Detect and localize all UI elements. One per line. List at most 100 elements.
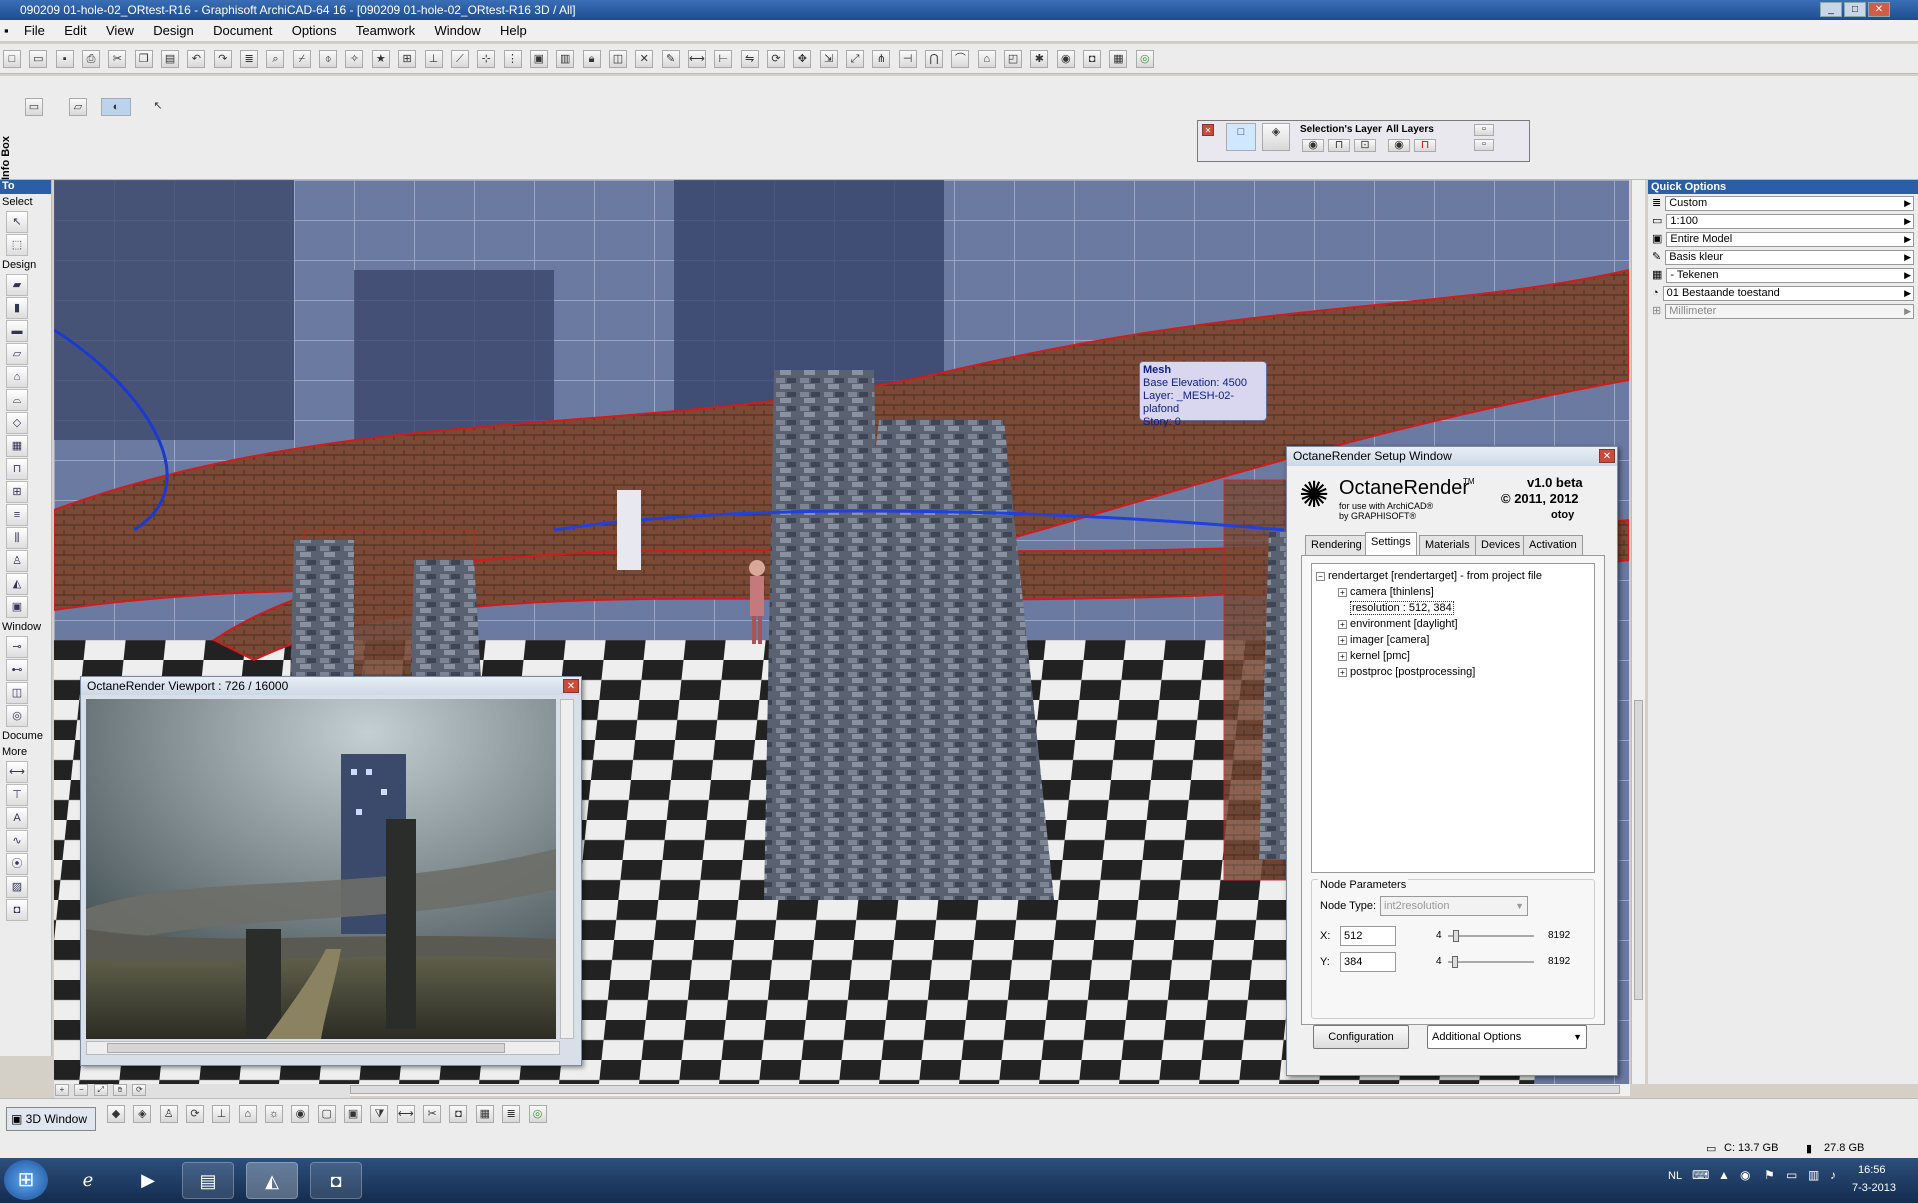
eyedropper-icon[interactable]: ⌿ — [292, 50, 311, 68]
octane-setup-window[interactable]: OctaneRender Setup Window ✕ ✺ OctaneRend… — [1286, 446, 1618, 1076]
shading-icon[interactable]: ▣ — [344, 1105, 363, 1123]
configuration-button[interactable]: Configuration — [1313, 1025, 1409, 1049]
octane-setup-close-icon[interactable]: ✕ — [1599, 449, 1615, 463]
adjust-icon[interactable]: ⊣ — [898, 50, 917, 68]
copy-icon[interactable]: ❐ — [134, 50, 153, 68]
app-menu-icon[interactable]: ▪ — [0, 20, 13, 42]
media-player-icon[interactable]: ▶ — [122, 1162, 174, 1199]
wireframe-icon[interactable]: ▢ — [317, 1105, 336, 1123]
maximize-button[interactable]: □ — [1844, 2, 1866, 17]
menu-file[interactable]: File — [16, 20, 53, 42]
dimension-unit-select[interactable]: Millimeter ▶ — [1665, 303, 1914, 319]
mesh-tool-icon[interactable]: ◭ — [6, 573, 28, 595]
syringe-icon[interactable]: ⌽ — [319, 50, 338, 68]
layer-combination-select[interactable]: Custom ▶ — [1665, 195, 1914, 211]
settings-node-tree[interactable]: − rendertarget [rendertarget] - from proj… — [1311, 563, 1595, 873]
start-button-icon[interactable]: ⊞ — [4, 1160, 48, 1200]
quick-option-row[interactable]: ✎ Basis kleur ▶ — [1648, 248, 1918, 266]
paste-icon[interactable]: ▤ — [161, 50, 180, 68]
structure-display-select[interactable]: Entire Model ▶ — [1666, 231, 1914, 247]
detail-tool-icon[interactable]: ◎ — [6, 705, 28, 727]
tab-materials[interactable]: Materials — [1419, 535, 1476, 555]
render-icon[interactable]: ◉ — [1056, 50, 1075, 68]
menu-design[interactable]: Design — [145, 20, 201, 42]
node-type-select[interactable]: int2resolution ▼ — [1380, 896, 1528, 916]
selection-layer-wire-icon[interactable]: ⊡ — [1354, 139, 1376, 152]
network-icon[interactable]: ▥ — [1808, 1168, 1819, 1182]
trim-icon[interactable]: ✂ — [423, 1105, 442, 1123]
tree-item-imager[interactable]: + imager [camera] — [1316, 632, 1590, 648]
expand-icon[interactable]: + — [1338, 667, 1347, 677]
new-file-icon[interactable]: □ — [3, 50, 21, 68]
shell-tool-icon[interactable]: ⌓ — [6, 389, 28, 411]
expand-icon[interactable]: + — [1338, 635, 1347, 645]
clock-time[interactable]: 16:56 — [1858, 1164, 1886, 1176]
door-tool-icon[interactable]: ⊓ — [6, 458, 28, 480]
zone-tool-icon[interactable]: ▣ — [6, 596, 28, 618]
arrow-tool-icon[interactable]: ↖ — [149, 98, 167, 116]
expand-icon[interactable]: + — [1338, 619, 1347, 629]
layer-extra-icon[interactable]: ▫ — [1474, 124, 1494, 136]
filter-icon[interactable]: ⧩ — [370, 1105, 389, 1123]
menu-teamwork[interactable]: Teamwork — [348, 20, 423, 42]
selection-layer-visible-icon[interactable]: ◉ — [1302, 139, 1324, 152]
pen-icon[interactable]: ✎ — [661, 50, 680, 68]
menu-edit[interactable]: Edit — [56, 20, 94, 42]
section-tool-icon[interactable]: ⊸ — [6, 636, 28, 658]
expand-icon[interactable]: + — [1338, 651, 1347, 661]
3d-mode-icon[interactable]: ◆ — [107, 1105, 125, 1123]
wall-tool-icon[interactable]: ▰ — [6, 274, 28, 296]
slab-tool-icon[interactable]: ▱ — [6, 343, 28, 365]
photo-render-icon[interactable]: ▦ — [475, 1105, 494, 1123]
menu-help[interactable]: Help — [492, 20, 535, 42]
renovation-filter-select[interactable]: 01 Bestaande toestand ▶ — [1662, 285, 1914, 301]
pen-set-select[interactable]: Basis kleur ▶ — [1665, 249, 1914, 265]
all-layers-lock-icon[interactable]: ⊓ — [1414, 139, 1436, 152]
model-view-options-select[interactable]: - Tekenen ▶ — [1666, 267, 1914, 283]
zoom-in-icon[interactable]: + — [55, 1084, 69, 1096]
x-input[interactable]: 512 — [1340, 926, 1396, 946]
action-center-flag-icon[interactable]: ⚑ — [1764, 1168, 1775, 1182]
save-icon[interactable]: ▪ — [55, 50, 74, 68]
home-view-icon[interactable]: ⌂ — [238, 1105, 257, 1123]
railing-tool-icon[interactable]: ⫼ — [6, 527, 28, 549]
tree-item-resolution[interactable]: resolution : 512, 384 — [1316, 600, 1590, 616]
cut-plane-icon[interactable]: ⊥ — [212, 1105, 231, 1123]
delete-icon[interactable]: ✕ — [635, 50, 654, 68]
explore-icon[interactable]: ⟳ — [186, 1105, 205, 1123]
gravity-icon[interactable]: ⊥ — [424, 50, 443, 68]
dimension-icon[interactable]: ⊢ — [714, 50, 733, 68]
find-icon[interactable]: ⌕ — [266, 50, 285, 68]
dimension-tool-icon[interactable]: ⟷ — [6, 761, 28, 783]
cut-icon[interactable]: ✂ — [108, 50, 127, 68]
language-indicator[interactable]: NL — [1668, 1170, 1682, 1182]
octane-icon[interactable]: ◎ — [1135, 50, 1154, 68]
redo-icon[interactable]: ↷ — [213, 50, 232, 68]
measure-icon[interactable]: ⟷ — [687, 50, 706, 68]
camera-tool-icon[interactable]: ◘ — [6, 899, 28, 921]
fillet-icon[interactable]: ⌒ — [951, 50, 970, 68]
layers-icon[interactable]: ≣ — [240, 50, 259, 68]
geometry-method-icon[interactable]: ▭ — [25, 98, 43, 116]
suspend-groups-icon[interactable]: ▥ — [556, 50, 575, 68]
quick-option-row[interactable]: ▣ Entire Model ▶ — [1648, 230, 1918, 248]
tree-item-camera[interactable]: + camera [thinlens] — [1316, 584, 1590, 600]
selection-shape-icon[interactable]: ▱ — [69, 98, 87, 116]
render-settings-icon[interactable]: ◉ — [291, 1105, 310, 1123]
elevation-tool-icon[interactable]: ⊷ — [6, 659, 28, 681]
column-tool-icon[interactable]: ▮ — [6, 297, 28, 319]
photo-icon[interactable]: ▦ — [1109, 50, 1128, 68]
figure-tool-icon[interactable]: ▨ — [6, 876, 28, 898]
y-slider-thumb[interactable] — [1452, 956, 1459, 968]
menu-window[interactable]: Window — [426, 20, 488, 42]
marquee-icon[interactable]: ◐ — [101, 98, 131, 116]
quick-option-row[interactable]: ▭ 1:100 ▶ — [1648, 212, 1918, 230]
stretch-icon[interactable]: ⇲ — [819, 50, 838, 68]
selection-layer-lock-icon[interactable]: ⊓ — [1328, 139, 1350, 152]
print-icon[interactable]: ⎙ — [82, 50, 101, 68]
text-tool-icon[interactable]: A — [6, 807, 28, 829]
keyboard-icon[interactable]: ⌨ — [1692, 1168, 1709, 1182]
layers-3d-icon[interactable]: ≣ — [502, 1105, 521, 1123]
archicad-taskbar-icon[interactable]: ◭ — [246, 1162, 298, 1199]
level-dimension-tool-icon[interactable]: ⊤ — [6, 784, 28, 806]
